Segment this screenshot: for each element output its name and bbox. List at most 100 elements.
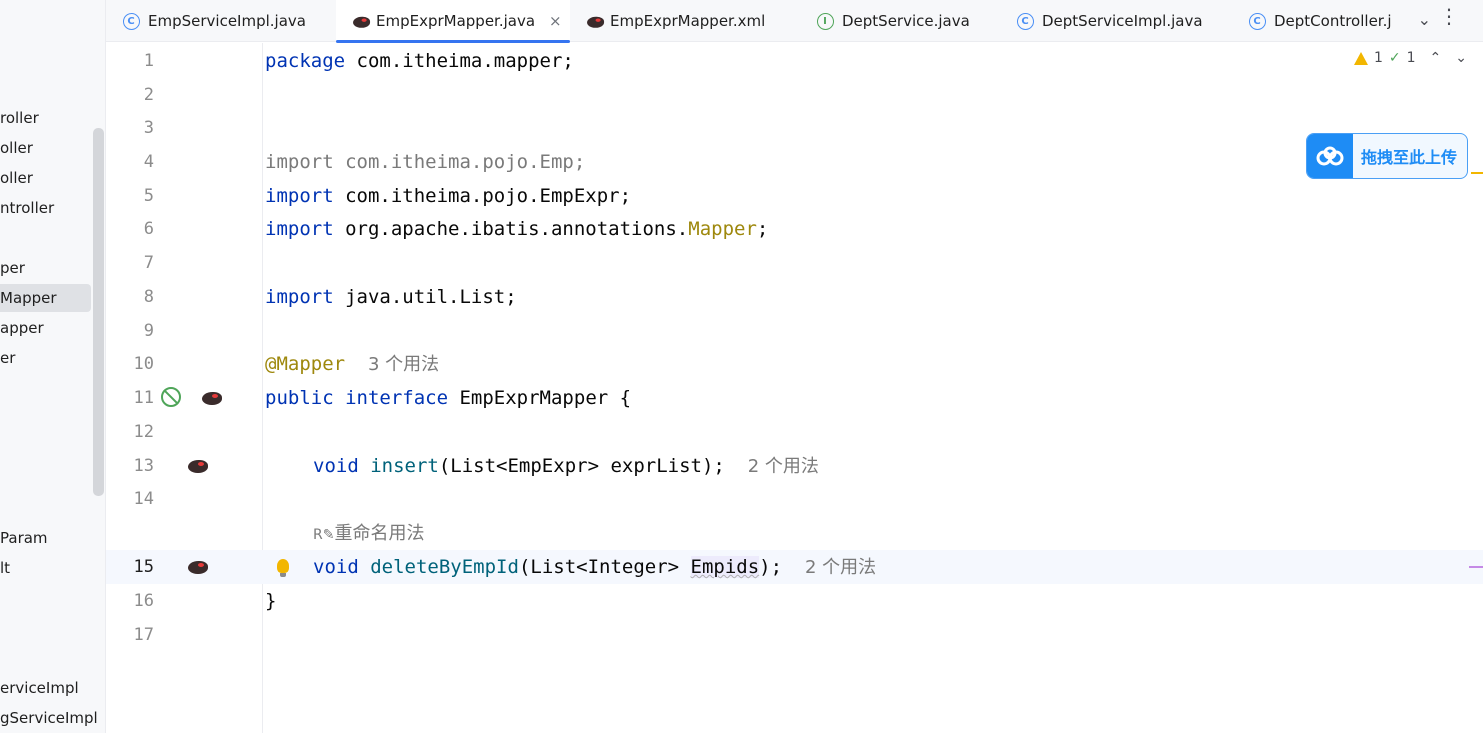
line-number: 9 — [143, 321, 154, 341]
mybatis-bird-icon — [350, 12, 371, 30]
line-number: 15 — [133, 557, 154, 577]
scroll-marker — [1469, 566, 1483, 568]
interface-icon: I — [816, 12, 834, 30]
line-number: 10 — [133, 354, 154, 374]
tree-item[interactable]: gServiceImpl — [0, 704, 98, 732]
tab-empexprmapper-xml[interactable]: EmpExprMapper.xml — [584, 0, 794, 42]
close-icon[interactable]: × — [549, 12, 562, 30]
more-vertical-icon[interactable]: ⋮ — [1439, 6, 1459, 26]
warning-count: 1 — [1373, 50, 1383, 66]
code-line: 2 — [106, 78, 1483, 112]
tab-label: EmpExprMapper.java — [376, 12, 536, 30]
line-number: 4 — [143, 152, 154, 172]
param-warning[interactable]: Empids — [690, 556, 760, 578]
code-line: 16 } — [106, 584, 1483, 618]
tree-item[interactable]: ntroller — [0, 194, 54, 222]
code-text: void insert(List<EmpExpr> exprList); 2 个… — [313, 455, 819, 477]
line-number: 8 — [143, 287, 154, 307]
usages-hint[interactable]: 2 个用法 — [748, 456, 819, 477]
tree-item[interactable]: roller — [0, 104, 39, 132]
line-number: 12 — [133, 422, 154, 442]
code-line: 11 public interface EmpExprMapper { — [106, 381, 1483, 415]
line-number: 5 — [143, 186, 154, 206]
usages-hint[interactable]: 3 个用法 — [368, 354, 439, 375]
inlay-hint-row: R✎重命名用法 — [106, 516, 1483, 550]
tab-empserviceimpl[interactable]: C EmpServiceImpl.java — [122, 0, 332, 42]
cloud-icon — [1307, 134, 1353, 178]
code-line: 14 — [106, 482, 1483, 516]
code-line-current: 15 void deleteByEmpId(List<Integer> Empi… — [106, 550, 1483, 584]
line-number: 7 — [143, 253, 154, 273]
line-number: 6 — [143, 219, 154, 239]
line-number: 2 — [143, 85, 154, 105]
tab-label: EmpExprMapper.xml — [610, 12, 766, 30]
mybatis-bird-icon[interactable] — [200, 387, 224, 411]
code-line: 17 — [106, 618, 1483, 652]
lightbulb-icon[interactable] — [277, 558, 289, 577]
class-icon: C — [1248, 12, 1266, 30]
mybatis-bird-icon — [584, 12, 605, 30]
code-line: 3 — [106, 111, 1483, 145]
tab-empexprmapper-java[interactable]: EmpExprMapper.java × — [336, 0, 570, 43]
mybatis-bird-icon[interactable] — [186, 455, 210, 479]
no-implementation-icon[interactable] — [161, 387, 181, 411]
line-number: 3 — [143, 118, 154, 138]
ok-count: 1 — [1406, 50, 1416, 66]
upload-widget[interactable]: 拖拽至此上传 — [1306, 133, 1468, 179]
code-text: } — [265, 590, 277, 612]
upload-label: 拖拽至此上传 — [1361, 148, 1458, 167]
inspection-indicators[interactable]: 1 ✓ 1 ⌃ ⌄ — [1353, 50, 1467, 66]
code-text: public interface EmpExprMapper { — [265, 387, 632, 409]
code-text: import com.itheima.pojo.EmpExpr; — [265, 185, 632, 207]
tree-item[interactable]: lt — [0, 554, 10, 582]
code-line: 9 — [106, 314, 1483, 348]
rename-icon: R✎ — [313, 527, 335, 543]
project-panel: roller oller oller ntroller per Mapper a… — [0, 0, 106, 733]
usages-hint[interactable]: 2 个用法 — [805, 557, 876, 578]
line-number: 11 — [133, 388, 154, 408]
tree-item[interactable]: Param — [0, 524, 48, 552]
line-number: 14 — [133, 489, 154, 509]
tree-item[interactable]: er — [0, 344, 15, 372]
code-text: import org.apache.ibatis.annotations.Map… — [265, 218, 769, 240]
warning-icon — [1353, 51, 1368, 65]
code-text: void deleteByEmpId(List<Integer> Empids)… — [313, 556, 877, 578]
mybatis-bird-icon[interactable] — [186, 556, 210, 580]
tab-deptcontroller[interactable]: C DeptController.j — [1248, 0, 1400, 42]
code-line: 13 void insert(List<EmpExpr> exprList); … — [106, 449, 1483, 483]
code-line: 8 import java.util.List; — [106, 280, 1483, 314]
tree-item[interactable]: per — [0, 254, 25, 282]
code-line: 4 import com.itheima.pojo.Emp; — [106, 145, 1483, 179]
chevron-down-icon[interactable]: ⌄ — [1418, 10, 1431, 29]
line-number: 17 — [133, 625, 154, 645]
code-text-unused-import: import com.itheima.pojo.Emp; — [265, 151, 586, 173]
code-line: 7 — [106, 246, 1483, 280]
class-icon: C — [122, 12, 140, 30]
rename-usages-hint[interactable]: R✎重命名用法 — [313, 516, 424, 552]
chevron-down-icon[interactable]: ⌄ — [1455, 50, 1467, 66]
line-number: 13 — [133, 456, 154, 476]
tree-item[interactable]: oller — [0, 134, 33, 162]
code-line: 6 import org.apache.ibatis.annotations.M… — [106, 212, 1483, 246]
tab-deptservice[interactable]: I DeptService.java — [816, 0, 1006, 42]
code-text: import java.util.List; — [265, 286, 517, 308]
tab-label: EmpServiceImpl.java — [148, 12, 306, 30]
tree-item[interactable]: erviceImpl — [0, 674, 79, 702]
scroll-marker — [1471, 172, 1483, 174]
check-icon: ✓ — [1388, 50, 1401, 66]
tree-item[interactable]: apper — [0, 314, 44, 342]
line-number: 16 — [133, 591, 154, 611]
tab-deptserviceimpl[interactable]: C DeptServiceImpl.java — [1016, 0, 1231, 42]
code-line: 5 import com.itheima.pojo.EmpExpr; — [106, 179, 1483, 213]
tree-item[interactable]: oller — [0, 164, 33, 192]
tree-scrollbar[interactable] — [93, 128, 104, 496]
code-line: 10 @Mapper 3 个用法 — [106, 347, 1483, 381]
line-number: 1 — [143, 51, 154, 71]
chevron-up-icon[interactable]: ⌃ — [1430, 50, 1442, 66]
editor-tab-bar: C EmpServiceImpl.java EmpExprMapper.java… — [106, 0, 1483, 43]
code-text: @Mapper 3 个用法 — [265, 353, 440, 375]
class-icon: C — [1016, 12, 1034, 30]
tree-item-selected[interactable]: Mapper — [0, 284, 91, 312]
code-line: 1 package com.itheima.mapper; — [106, 44, 1483, 78]
tab-label: DeptController.j — [1274, 12, 1392, 30]
